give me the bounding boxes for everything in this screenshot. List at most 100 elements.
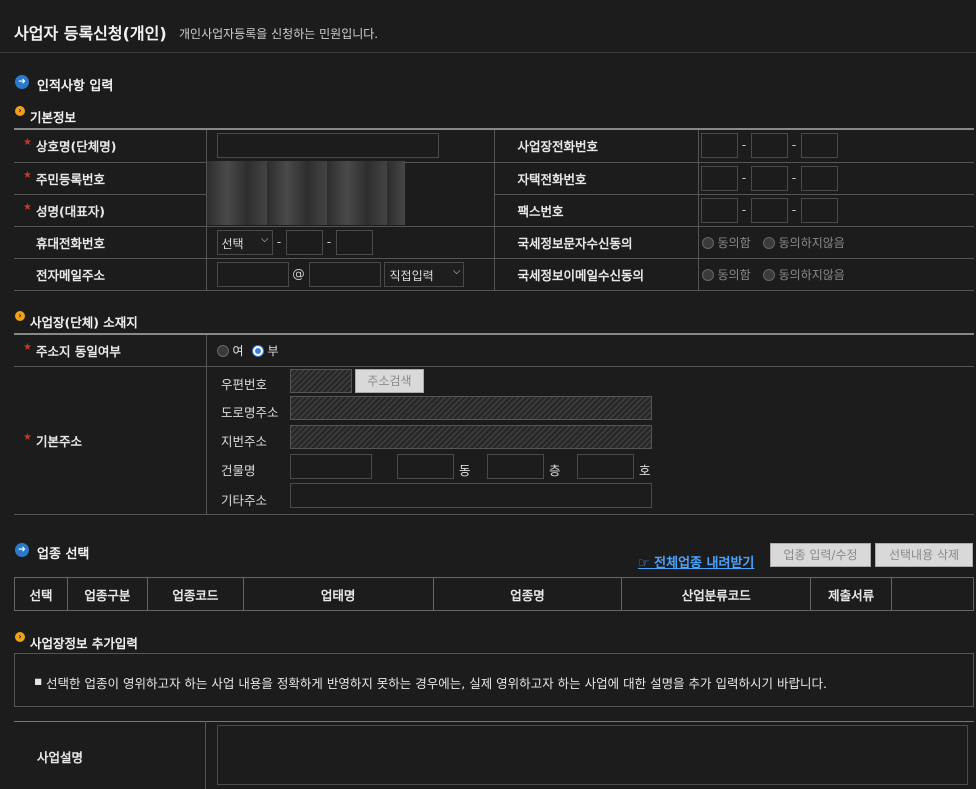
arrow-circle-icon: ➔ xyxy=(15,75,29,89)
label-same-address: ★ 주소지 동일여부 xyxy=(14,334,207,367)
email-domain-input[interactable] xyxy=(308,261,381,287)
subsection-basic-info: 기본정보 xyxy=(30,110,77,125)
label-fax: 팩스번호 xyxy=(493,194,699,227)
label-email: 전자메일주소 xyxy=(14,258,207,291)
basic-info-table: ★ 상호명(단체명) 사업장전화번호 -- ★ 주민등록번호 자택전화번호 -- ★… xyxy=(14,128,974,291)
biz-phone-3-input[interactable] xyxy=(800,133,838,159)
sms-consent-yes-radio[interactable] xyxy=(701,237,714,249)
label-mobile: 휴대전화번호 xyxy=(14,226,207,259)
bullet-icon: › xyxy=(15,632,25,642)
building-label: 건물명 xyxy=(221,463,256,478)
label-home-phone: 자택전화번호 xyxy=(493,162,699,195)
bullet-icon: › xyxy=(15,311,25,321)
email-consent-no-label: 동의하지않음 xyxy=(778,267,845,282)
label-name: ★ 성명(대표자) xyxy=(14,194,207,227)
same-address-no-label: 부 xyxy=(267,343,279,358)
same-address-yes-label: 여 xyxy=(232,343,244,358)
chevron-down-icon: ⌵ xyxy=(452,265,461,277)
notice-bullet: ▪ xyxy=(34,673,43,688)
same-address-options: 여 부 xyxy=(206,334,974,367)
required-icon: ★ xyxy=(23,137,32,149)
fax-1-input[interactable] xyxy=(700,197,738,223)
business-desc-label: 사업설명 xyxy=(37,750,84,765)
sms-consent-no-radio[interactable] xyxy=(762,237,775,249)
other-address-input[interactable] xyxy=(290,483,652,508)
sms-consent-yes-label: 동의함 xyxy=(717,235,751,250)
required-icon: ★ xyxy=(23,169,32,181)
mobile-fields: 선택 ⌵ - - xyxy=(206,226,494,259)
company-name-input[interactable] xyxy=(216,133,439,159)
download-all-business-link[interactable]: ☞ 전체업종 내려받기 xyxy=(638,552,754,571)
email-consent-options: 동의함 동의하지않음 xyxy=(698,258,974,291)
zip-input[interactable] xyxy=(290,369,352,393)
page-title: 사업자 등록신청(개인) xyxy=(14,24,167,43)
home-phone-2-input[interactable] xyxy=(750,165,788,191)
redacted-area xyxy=(206,161,494,227)
chevron-down-icon: ⌵ xyxy=(260,233,269,245)
home-phone-3-input[interactable] xyxy=(800,165,838,191)
required-icon: ★ xyxy=(23,201,32,213)
same-address-no-radio[interactable] xyxy=(251,345,264,358)
dong-input[interactable] xyxy=(397,454,454,479)
email-fields: @ 직접입력 ⌵ xyxy=(206,258,494,291)
fax-fields: -- xyxy=(698,194,974,227)
column-header: 업태명 xyxy=(242,577,434,611)
lot-address-label: 지번주소 xyxy=(221,434,268,449)
home-phone-fields: -- xyxy=(698,162,974,195)
header-divider xyxy=(0,52,976,53)
label-sms-consent: 국세정보문자수신동의 xyxy=(493,226,699,259)
floor-input[interactable] xyxy=(487,454,544,479)
building-name-input[interactable] xyxy=(290,454,372,479)
column-header xyxy=(891,577,974,611)
business-edit-button[interactable]: 업종 입력/수정 xyxy=(770,543,871,567)
column-header: 산업분류코드 xyxy=(621,577,812,611)
section-title-business: 업종 선택 xyxy=(37,547,90,562)
road-address-input[interactable] xyxy=(290,396,652,420)
road-address-label: 도로명주소 xyxy=(221,405,279,420)
label-basic-address: ★ 기본주소 xyxy=(14,366,207,515)
bullet-icon: › xyxy=(15,106,25,116)
ho-input[interactable] xyxy=(577,454,634,479)
floor-label: 층 xyxy=(549,463,561,478)
delete-selection-button[interactable]: 선택내용 삭제 xyxy=(875,543,973,567)
column-header: 업종구분 xyxy=(66,577,148,611)
sms-consent-no-label: 동의하지않음 xyxy=(778,235,845,250)
email-consent-yes-label: 동의함 xyxy=(717,267,751,282)
same-address-yes-radio[interactable] xyxy=(216,345,229,358)
required-icon: ★ xyxy=(23,431,32,443)
biz-phone-2-input[interactable] xyxy=(750,133,788,159)
biz-phone-fields: -- xyxy=(698,129,974,163)
section-title-personal: 인적사항 입력 xyxy=(37,79,114,94)
email-consent-yes-radio[interactable] xyxy=(701,269,714,281)
mobile-2-input[interactable] xyxy=(285,229,323,255)
fax-2-input[interactable] xyxy=(750,197,788,223)
subsection-extra-info: 사업장정보 추가입력 xyxy=(30,636,138,651)
zip-label: 우편번호 xyxy=(221,377,268,392)
column-header: 제출서류 xyxy=(810,577,893,611)
lot-address-input[interactable] xyxy=(290,425,652,449)
home-phone-1-input[interactable] xyxy=(700,165,738,191)
mobile-3-input[interactable] xyxy=(335,229,373,255)
email-id-input[interactable] xyxy=(216,261,289,287)
column-header: 업종코드 xyxy=(146,577,244,611)
notice-text: 선택한 업종이 영위하고자 하는 사업 내용을 정확하게 반영하지 못하는 경우… xyxy=(46,676,827,691)
other-address-label: 기타주소 xyxy=(221,493,268,508)
dong-label: 동 xyxy=(459,463,471,478)
label-biz-phone: 사업장전화번호 xyxy=(493,129,699,163)
label-email-consent: 국세정보이메일수신동의 xyxy=(493,258,699,291)
page-subtitle: 개인사업자등록을 신청하는 민원입니다. xyxy=(179,27,379,41)
email-consent-no-radio[interactable] xyxy=(762,269,775,281)
fax-3-input[interactable] xyxy=(800,197,838,223)
mobile-prefix-select[interactable]: 선택 ⌵ xyxy=(216,229,273,255)
email-domain-select[interactable]: 직접입력 ⌵ xyxy=(384,261,465,287)
arrow-circle-icon: ➔ xyxy=(15,543,29,557)
column-header: 선택 xyxy=(14,577,68,611)
business-table: 선택 업종구분 업종코드 업태명 업종명 산업분류코드 제출서류 xyxy=(14,577,974,611)
label-company-name: ★ 상호명(단체명) xyxy=(14,129,207,163)
address-search-button[interactable]: 주소검색 xyxy=(355,369,424,393)
subsection-location: 사업장(단체) 소재지 xyxy=(30,315,138,330)
business-desc-textarea[interactable] xyxy=(217,725,968,785)
label-resident-no: ★ 주민등록번호 xyxy=(14,162,207,195)
ho-label: 호 xyxy=(639,463,651,478)
biz-phone-1-input[interactable] xyxy=(700,133,738,159)
